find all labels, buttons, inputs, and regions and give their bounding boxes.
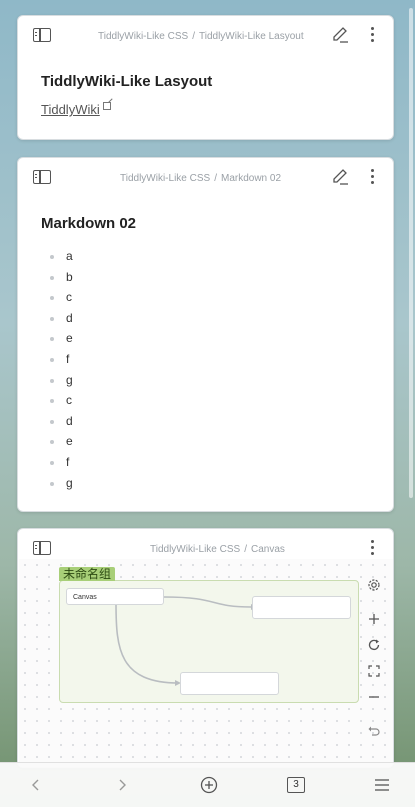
canvas-edge (115, 602, 180, 684)
canvas-settings-button[interactable] (362, 572, 386, 598)
note-card-layout: TiddlyWiki-Like CSS / TiddlyWiki-Like Lasy… (17, 15, 394, 140)
list-item: d (48, 308, 73, 329)
breadcrumb-separator: / (192, 31, 195, 42)
sidebar-toggle-icon[interactable] (33, 170, 51, 184)
canvas-node-label: Canvas (73, 594, 97, 601)
tabs-count-icon: 3 (287, 777, 305, 793)
refresh-icon (368, 639, 380, 651)
fit-view-button[interactable] (362, 658, 386, 684)
canvas-toolbar (362, 572, 386, 744)
markdown-list: a b c d e f g c d e f g (48, 246, 73, 493)
list-item: f (48, 349, 73, 370)
undo-button[interactable] (362, 718, 386, 744)
external-link-icon (102, 102, 111, 110)
forward-button[interactable] (108, 771, 136, 799)
list-item: b (48, 267, 73, 288)
zoom-in-button[interactable] (362, 606, 386, 632)
chevron-right-icon (119, 779, 126, 791)
menu-icon (375, 779, 389, 791)
list-item: c (48, 287, 73, 308)
note-card-canvas: TiddlyWiki-Like CSS / Canvas 未命名组 Canvas (17, 528, 394, 768)
breadcrumb-current: Canvas (250, 544, 285, 555)
list-item: d (48, 411, 73, 432)
breadcrumb: TiddlyWiki-Like CSS / Canvas (150, 544, 285, 555)
back-button[interactable] (22, 771, 50, 799)
tabs-button[interactable]: 3 (282, 771, 310, 799)
undo-icon (368, 726, 380, 736)
breadcrumb: TiddlyWiki-Like CSS / TiddlyWiki-Like Lasy… (98, 31, 304, 42)
tiddlywiki-link[interactable]: TiddlyWiki (41, 102, 111, 117)
note-title: Markdown 02 (41, 215, 137, 232)
list-item: e (48, 431, 73, 452)
canvas-area[interactable]: 未命名组 Canvas (19, 559, 393, 767)
canvas-edge (163, 596, 252, 608)
edit-icon[interactable] (331, 26, 349, 44)
bottom-navigation-bar: 3 (0, 762, 415, 807)
new-note-button[interactable] (195, 771, 223, 799)
sidebar-toggle-icon[interactable] (33, 541, 51, 555)
breadcrumb-separator: / (244, 544, 247, 555)
breadcrumb-current: TiddlyWiki-Like Lasyout (198, 31, 304, 42)
reset-zoom-button[interactable] (362, 632, 386, 658)
canvas-node-canvas[interactable]: Canvas (66, 588, 164, 605)
expand-icon (368, 665, 380, 677)
sidebar-toggle-icon[interactable] (33, 28, 51, 42)
scrollbar-thumb[interactable] (409, 8, 413, 498)
breadcrumb-separator: / (214, 173, 217, 184)
more-options-icon[interactable] (369, 27, 375, 45)
card-header: TiddlyWiki-Like CSS / TiddlyWiki-Like Lasy… (18, 16, 393, 56)
list-item: a (48, 246, 73, 267)
more-options-icon[interactable] (369, 169, 375, 187)
chevron-left-icon (32, 779, 39, 791)
edit-icon[interactable] (331, 168, 349, 186)
minus-icon (369, 696, 379, 698)
canvas-node-empty[interactable] (180, 672, 279, 695)
plus-circle-icon (200, 776, 218, 794)
menu-button[interactable] (368, 771, 396, 799)
list-item: g (48, 370, 73, 391)
more-options-icon[interactable] (369, 540, 375, 558)
canvas-node-empty[interactable] (252, 596, 351, 619)
card-header: TiddlyWiki-Like CSS / Markdown 02 (18, 158, 393, 198)
breadcrumb-parent[interactable]: TiddlyWiki-Like CSS (150, 544, 240, 555)
breadcrumb-parent[interactable]: TiddlyWiki-Like CSS (120, 173, 210, 184)
breadcrumb-parent[interactable]: TiddlyWiki-Like CSS (98, 31, 188, 42)
plus-icon (369, 614, 379, 624)
breadcrumb: TiddlyWiki-Like CSS / Markdown 02 (120, 173, 281, 184)
list-item: g (48, 473, 73, 494)
gear-icon (368, 579, 380, 591)
note-title: TiddlyWiki-Like Lasyout (41, 73, 213, 90)
note-card-markdown: TiddlyWiki-Like CSS / Markdown 02 Markdown… (17, 157, 394, 512)
zoom-out-button[interactable] (362, 684, 386, 710)
list-item: c (48, 390, 73, 411)
list-item: f (48, 452, 73, 473)
breadcrumb-current: Markdown 02 (220, 173, 282, 184)
list-item: e (48, 328, 73, 349)
link-label[interactable]: TiddlyWiki (41, 102, 100, 117)
